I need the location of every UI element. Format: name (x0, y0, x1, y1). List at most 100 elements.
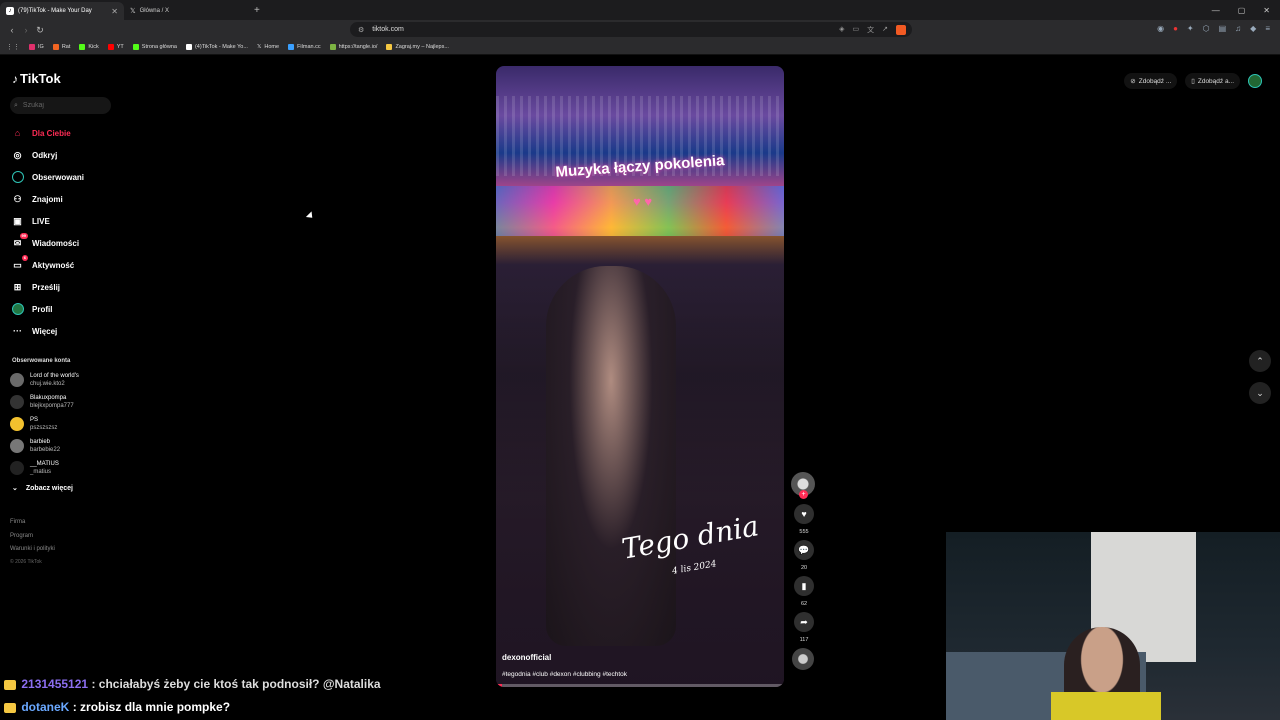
like-action[interactable]: ♥ 555 (791, 504, 817, 536)
video-frame-dancer (546, 266, 676, 646)
bookmark-item[interactable]: (4)TikTok - Make Yo... (185, 44, 248, 50)
translate-icon[interactable]: 文 (867, 25, 874, 35)
following-account[interactable]: PS pszszszsz (10, 416, 57, 432)
maximize-icon[interactable]: ▢ (1238, 6, 1246, 15)
url-text: tiktok.com (372, 26, 404, 33)
following-account[interactable]: Lord of the world's chuj.wie.kto2 (10, 372, 79, 388)
previous-video-button[interactable]: ⌃ (1249, 350, 1271, 372)
url-field[interactable]: ⚙ tiktok.com ◈ ▭ 文 ↗ (350, 22, 912, 37)
get-coins-button[interactable]: ⊘ Zdobądź ... (1124, 73, 1178, 89)
bookmark-item[interactable]: https://tangle.io/ (329, 44, 378, 50)
back-icon[interactable]: ‹ (5, 25, 19, 35)
account-username: pszszszsz (30, 425, 58, 431)
menu-icon[interactable]: ≡ (1265, 24, 1270, 33)
sidebar-toggle-icon[interactable]: ▤ (1219, 24, 1227, 33)
tab-x[interactable]: 𝕏 Główna / X (124, 2, 248, 20)
nav-profil[interactable]: Profil (11, 301, 121, 317)
chat-text: : zrobisz dla mnie pompke? (72, 700, 231, 714)
save-count: 62 (800, 601, 808, 607)
bookmark-item[interactable]: YT (107, 44, 124, 50)
more-icon: ··· (13, 326, 22, 336)
apps-grid-icon[interactable]: ⋮⋮ (6, 43, 20, 51)
copyright: © 2026 TikTok (10, 558, 42, 565)
search-input[interactable] (22, 102, 98, 109)
bookmark-label: https://tangle.io/ (338, 44, 378, 50)
nav-dla-ciebie[interactable]: ⌂ Dla Ciebie (11, 125, 121, 141)
next-video-button[interactable]: ⌄ (1249, 382, 1271, 404)
new-tab-icon[interactable]: + (254, 5, 260, 16)
brave-shield-icon[interactable] (896, 24, 906, 35)
creator-avatar[interactable]: + (791, 472, 815, 499)
activity-icon: ▭ 6 (13, 254, 28, 270)
follow-plus-icon[interactable]: + (799, 490, 808, 499)
comment-icon[interactable]: 💬 (794, 540, 814, 560)
nav-live[interactable]: ▣ LIVE (11, 213, 121, 229)
share-action[interactable]: ➦ 117 (791, 612, 817, 644)
bookmark-item[interactable]: IG (29, 44, 44, 50)
bookmark-item[interactable]: Zagraj.my – Najleps... (386, 44, 449, 50)
video-player[interactable]: Muzyka łączy pokolenia ♥ ♥ Tego dnia 4 l… (496, 66, 784, 687)
extension-icon[interactable]: ✦ (1187, 24, 1194, 33)
forward-icon[interactable]: › (19, 25, 33, 35)
see-more-label: Zobacz więcej (25, 484, 73, 492)
chat-username: 2131455121 (21, 677, 89, 691)
video-hashtags[interactable]: #tegodnia #club #dexon #clubbing #techto… (502, 671, 627, 678)
webcam-shirt (1051, 692, 1161, 720)
wallet-icon[interactable]: ◆ (1250, 24, 1256, 33)
upload-icon: ⊞ (13, 281, 22, 292)
nav-znajomi[interactable]: ⚇ Znajomi (11, 191, 121, 207)
chat-message: 2131455121 : chciałabyś żeby cie ktoś ta… (4, 677, 381, 691)
bookmark-favicon-icon (52, 44, 59, 50)
close-window-icon[interactable]: ✕ (1263, 6, 1270, 15)
following-account[interactable]: barbieb barbebie22 (10, 438, 60, 454)
nav-przeslij[interactable]: ⊞ Prześlij (11, 279, 121, 295)
nav-wiadomosci[interactable]: ✉ 99 Wiadomości (11, 232, 121, 251)
search-box: ⌕ (10, 97, 111, 114)
tiktok-logo[interactable]: ♪ TikTok (12, 71, 61, 86)
bookmark-item[interactable]: 𝕏 Home (257, 44, 279, 50)
save-action[interactable]: ▮ 62 (791, 576, 817, 608)
bookmark-item[interactable]: Strona główna (132, 44, 177, 50)
site-info-icon[interactable]: ⚙ (358, 26, 364, 34)
comment-action[interactable]: 💬 20 (791, 540, 817, 572)
record-icon[interactable]: ● (1173, 24, 1178, 33)
close-tab-icon[interactable]: ✕ (111, 7, 118, 16)
footer-link-program[interactable]: Program (10, 530, 55, 544)
share-arrow-icon[interactable]: ➦ (794, 612, 814, 632)
bookmark-item[interactable]: Filman.cc (288, 44, 321, 50)
nav-aktywnosc[interactable]: ▭ 6 Aktywność (11, 254, 121, 273)
bookmark-icon[interactable]: ▮ (794, 576, 814, 596)
bookmark-label: IG (38, 44, 44, 50)
nav-wiecej[interactable]: ··· Więcej (11, 323, 121, 339)
following-account[interactable]: __MATIUS _matius (10, 460, 59, 476)
footer-link-terms[interactable]: Warunki i polityki (10, 543, 55, 557)
activity-badge: 6 (21, 254, 28, 261)
bookmark-item[interactable]: Kick (79, 44, 99, 50)
x-favicon-icon: 𝕏 (130, 8, 136, 15)
bookmark-favicon-icon (185, 44, 192, 50)
video-progress-bar[interactable] (496, 684, 784, 687)
video-author[interactable]: dexonofficial (502, 653, 551, 662)
minimize-icon[interactable]: — (1212, 6, 1220, 15)
account-name: Lord of the world's (30, 373, 79, 379)
heart-icon[interactable]: ♥ (794, 504, 814, 524)
puzzle-icon[interactable]: ⬡ (1203, 24, 1210, 33)
webcam-overlay (946, 532, 1280, 720)
following-account[interactable]: Blakuxpompa blejkxpompa777 (10, 394, 74, 410)
music-disc-avatar[interactable] (792, 648, 814, 670)
share-icon[interactable]: ↗ (882, 25, 888, 35)
tab-tiktok[interactable]: ♪ (79)TikTok - Make Your Day ✕ (0, 2, 124, 20)
audio-icon[interactable]: ◉ (1157, 24, 1164, 33)
nav-odkryj[interactable]: ◎ Odkryj (11, 147, 121, 163)
bookmark-item[interactable]: Rat (52, 44, 70, 50)
get-app-button[interactable]: ▯ Zdobądź a... (1185, 73, 1240, 89)
footer-link-firma[interactable]: Firma (10, 516, 55, 530)
pip-icon[interactable]: ▭ (853, 25, 860, 35)
tab-label: Główna / X (139, 8, 169, 14)
reload-icon[interactable]: ↻ (33, 25, 47, 36)
mute-icon[interactable]: ◈ (839, 25, 844, 35)
profile-avatar[interactable] (1248, 74, 1262, 88)
music-icon[interactable]: ♫ (1235, 24, 1241, 33)
see-more-button[interactable]: ⌄ Zobacz więcej (12, 484, 73, 493)
nav-obserwowani[interactable]: Obserwowani (11, 169, 121, 185)
